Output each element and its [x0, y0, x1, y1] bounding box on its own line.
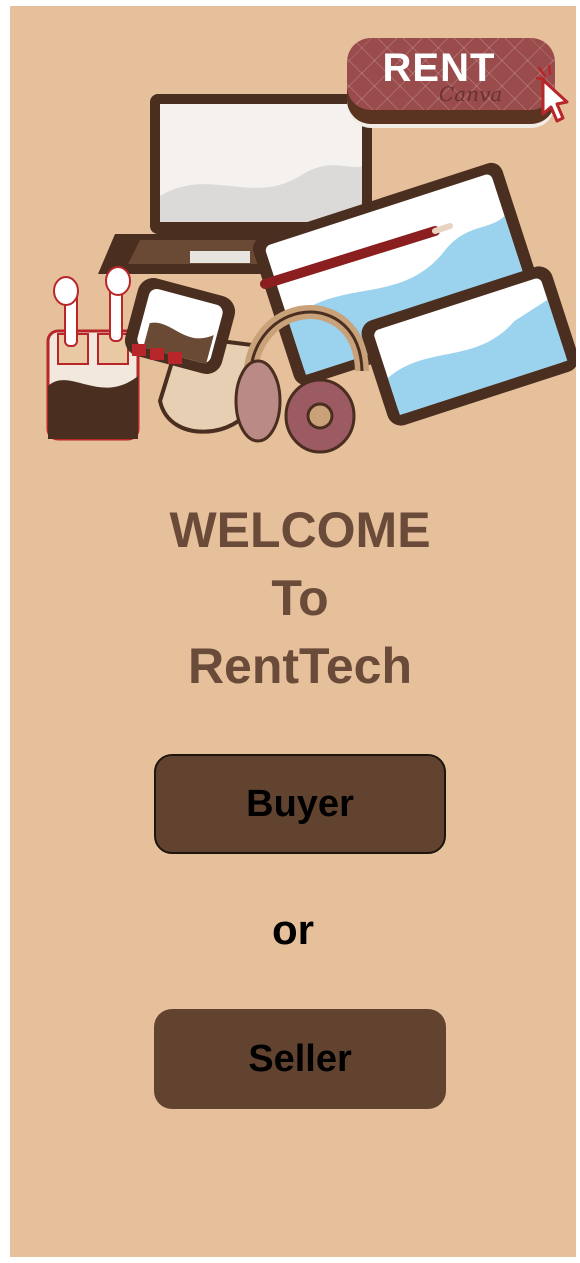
seller-button[interactable]: Seller	[154, 1009, 446, 1109]
or-separator: or	[272, 906, 314, 953]
rent-badge-pill[interactable]: RENT Canva	[347, 38, 555, 110]
welcome-line-1: WELCOME	[169, 502, 431, 558]
earbuds-icon	[46, 266, 140, 441]
welcome-screen: RENT Canva WELCOME To RentTech Buyer or …	[10, 6, 576, 1257]
welcome-line-2: To	[271, 570, 329, 626]
rent-badge[interactable]: RENT Canva	[335, 34, 569, 130]
canva-watermark: Canva	[439, 82, 503, 106]
welcome-line-3: RentTech	[187, 638, 413, 694]
buyer-button[interactable]: Buyer	[154, 754, 446, 854]
welcome-heading: WELCOME To RentTech	[10, 496, 576, 700]
cursor-click-icon	[535, 64, 569, 123]
